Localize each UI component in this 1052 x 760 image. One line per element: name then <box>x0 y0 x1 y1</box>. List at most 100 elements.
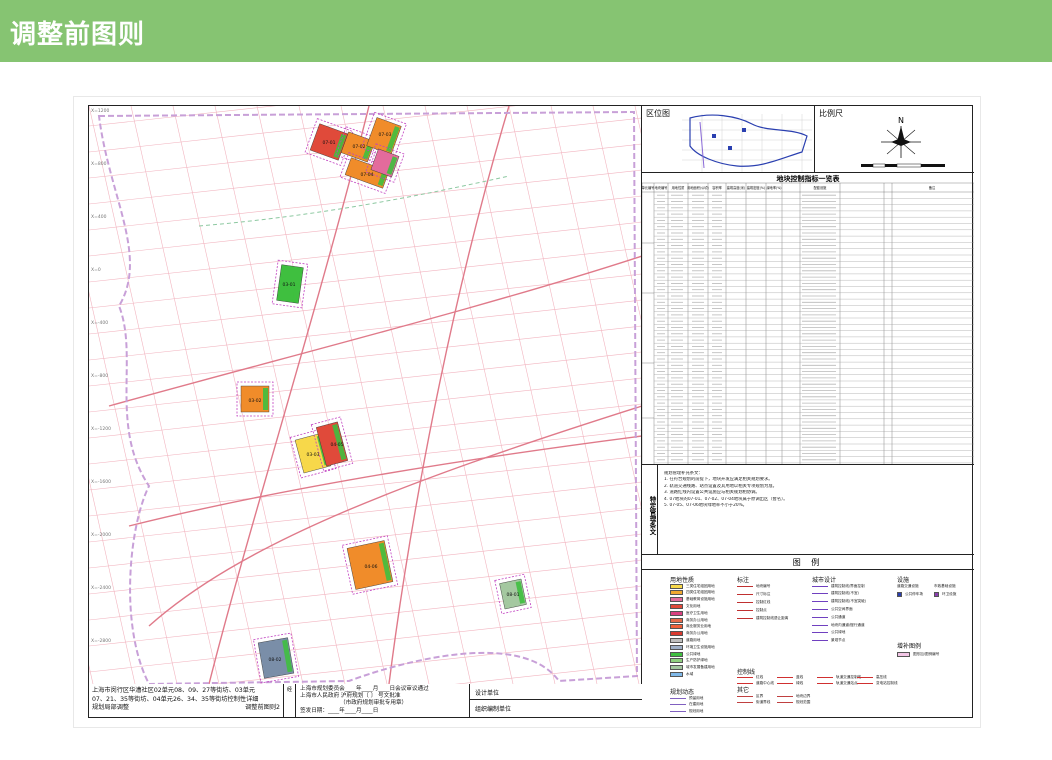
site-marker <box>712 134 716 138</box>
parcel-label: 08-02 <box>268 657 281 663</box>
legend-item: 绿线 <box>777 680 803 686</box>
legend-line <box>737 682 753 684</box>
legend-supplement-item: 图形加/图例编号 <box>897 651 939 657</box>
legend-title: 图 例 <box>792 558 824 567</box>
legend-line <box>817 682 833 684</box>
table-header-cell: 容积率 <box>712 185 722 190</box>
legend-swatch <box>670 610 683 616</box>
legend-item: 公共绿地 <box>812 630 845 636</box>
table-header-cell: 建筑密度(%) <box>747 185 765 190</box>
legend-label: 地块边界 <box>796 693 811 698</box>
supplement-swatch <box>897 651 910 657</box>
drawing-frame: X=1200 X=800 X=400 X=0 X=-400 X=-800 X=-1200 X=… <box>88 105 974 718</box>
legend-line <box>737 593 753 595</box>
legend-item: 公共绿地 <box>670 651 700 657</box>
axis-label: X=0 <box>91 267 101 273</box>
legend-label: 地块编号 <box>756 583 771 588</box>
location-map: 区位图 <box>642 106 815 173</box>
legend-item: 建筑控制线退让距离 <box>737 615 788 621</box>
legend-label: 规划范围 <box>796 699 811 704</box>
legend-line <box>670 697 686 699</box>
project-name: 上海市闵行区华漕社区02单元08、09、27等街坊、03单元 07、21、35等… <box>89 684 284 717</box>
legend-swatch <box>670 590 683 596</box>
legend-label: 区界 <box>756 693 764 698</box>
map-panel[interactable]: X=1200 X=800 X=400 X=0 X=-400 X=-800 X=-1200 X=… <box>89 106 642 684</box>
legend-swatch <box>670 671 683 677</box>
legend-swatch <box>670 603 683 609</box>
legend-label: 蓝线 <box>796 674 804 679</box>
axis-label: X=-1200 <box>91 426 111 432</box>
legend-item: 控制点 <box>737 607 767 613</box>
axis-label: X=-2000 <box>91 532 111 538</box>
parcel-label: 07-04 <box>360 172 373 178</box>
table-header-cell: 绿地率(%) <box>766 185 781 190</box>
legend-item: 三类住宅组团用地 <box>670 583 715 589</box>
legend-label: 建筑控制线(不宜) <box>831 591 859 596</box>
axis-label: X=-2400 <box>91 585 111 591</box>
legend-facility-item: 公共停车场 <box>897 591 923 597</box>
legend-label: 环境卫生设施用地 <box>686 644 715 649</box>
design-unit: 设计单位 <box>470 684 642 700</box>
legend-item: 基础教育设施用地 <box>670 597 715 603</box>
legend-label: 绿线 <box>796 680 804 685</box>
legend-label: 规划用地 <box>689 708 704 713</box>
legend-line <box>737 585 753 587</box>
legend-label: 基础教育设施用地 <box>686 597 715 602</box>
parcel-label: 07-02 <box>352 144 365 150</box>
legend-label: 城市发展备建用地 <box>686 665 715 670</box>
parking-icon <box>897 591 902 597</box>
legend-label: 地块内通道/慢行通道 <box>831 622 865 627</box>
plan-map[interactable]: X=1200 X=800 X=400 X=0 X=-400 X=-800 X=-1200 X=… <box>89 106 642 684</box>
sheet-name: 调整前图则2 <box>245 704 280 712</box>
legend-line <box>737 695 753 697</box>
parcel-label: 03-03 <box>306 452 319 458</box>
legend-label: 公共空间界面 <box>831 606 853 611</box>
legend-label: 建筑控制线退让距离 <box>756 615 789 620</box>
legend-swatch <box>670 624 683 630</box>
legend-label: 公共通道 <box>831 614 846 619</box>
legend-line <box>857 676 873 678</box>
approval-line: （市政府规划审批专用章） <box>340 700 408 707</box>
legend-line <box>670 704 686 705</box>
table-header-cell: 用地性质 <box>672 185 686 190</box>
approval-stamp: 经 <box>284 684 296 717</box>
legend-swatch <box>670 658 683 664</box>
legend-label: 商务办公用地 <box>686 631 708 636</box>
legend-label: 医疗卫生用地 <box>686 610 708 615</box>
legend-label: 公共绿地 <box>686 651 701 656</box>
legend-swatch <box>670 665 683 671</box>
legend-item: 轨道交通站点 <box>817 680 858 686</box>
axis-label: X=1200 <box>91 108 109 114</box>
legend-line <box>777 676 793 678</box>
legend-swatch <box>670 617 683 623</box>
legend-swatch <box>670 583 683 589</box>
legend-line <box>817 676 833 678</box>
units-block: 设计单位 组织编制单位 <box>470 684 642 717</box>
legend-label: 商业服务业用地 <box>686 624 712 629</box>
legend-label: 四类住宅组团用地 <box>686 590 715 595</box>
legend-line <box>812 640 828 642</box>
table-header-cell: 用地面积(公顷) <box>687 185 709 190</box>
legend-line <box>812 632 828 634</box>
legend-item: 预留用地 <box>670 695 703 701</box>
legend-line <box>812 616 828 618</box>
legend-line <box>670 710 686 712</box>
special-provisions-label: 特定管理条文 <box>642 465 658 555</box>
legend-line <box>737 676 753 678</box>
sanitation-icon <box>934 591 939 597</box>
legend-item: 公共通道 <box>812 614 845 620</box>
legend-item: 城市发展备建用地 <box>670 665 715 671</box>
project-line: 上海市闵行区华漕社区02单元08、09、27等街坊、03单元 <box>92 687 256 694</box>
legend-line <box>812 601 828 603</box>
legend-item: 环境卫生设施用地 <box>670 644 715 650</box>
site-marker <box>742 128 746 132</box>
slide-header: 调整前图则 <box>0 0 1052 62</box>
scale-panel: 比例尺 N <box>815 106 974 173</box>
legend-line <box>812 593 828 595</box>
legend-label: 道路用地 <box>686 637 701 642</box>
legend-item: 四类住宅组团用地 <box>670 590 715 596</box>
legend-item: 水域 <box>670 671 693 677</box>
legend-line <box>737 609 753 611</box>
table-header-cell: 地块编号 <box>655 185 668 190</box>
site-marker <box>728 146 732 150</box>
